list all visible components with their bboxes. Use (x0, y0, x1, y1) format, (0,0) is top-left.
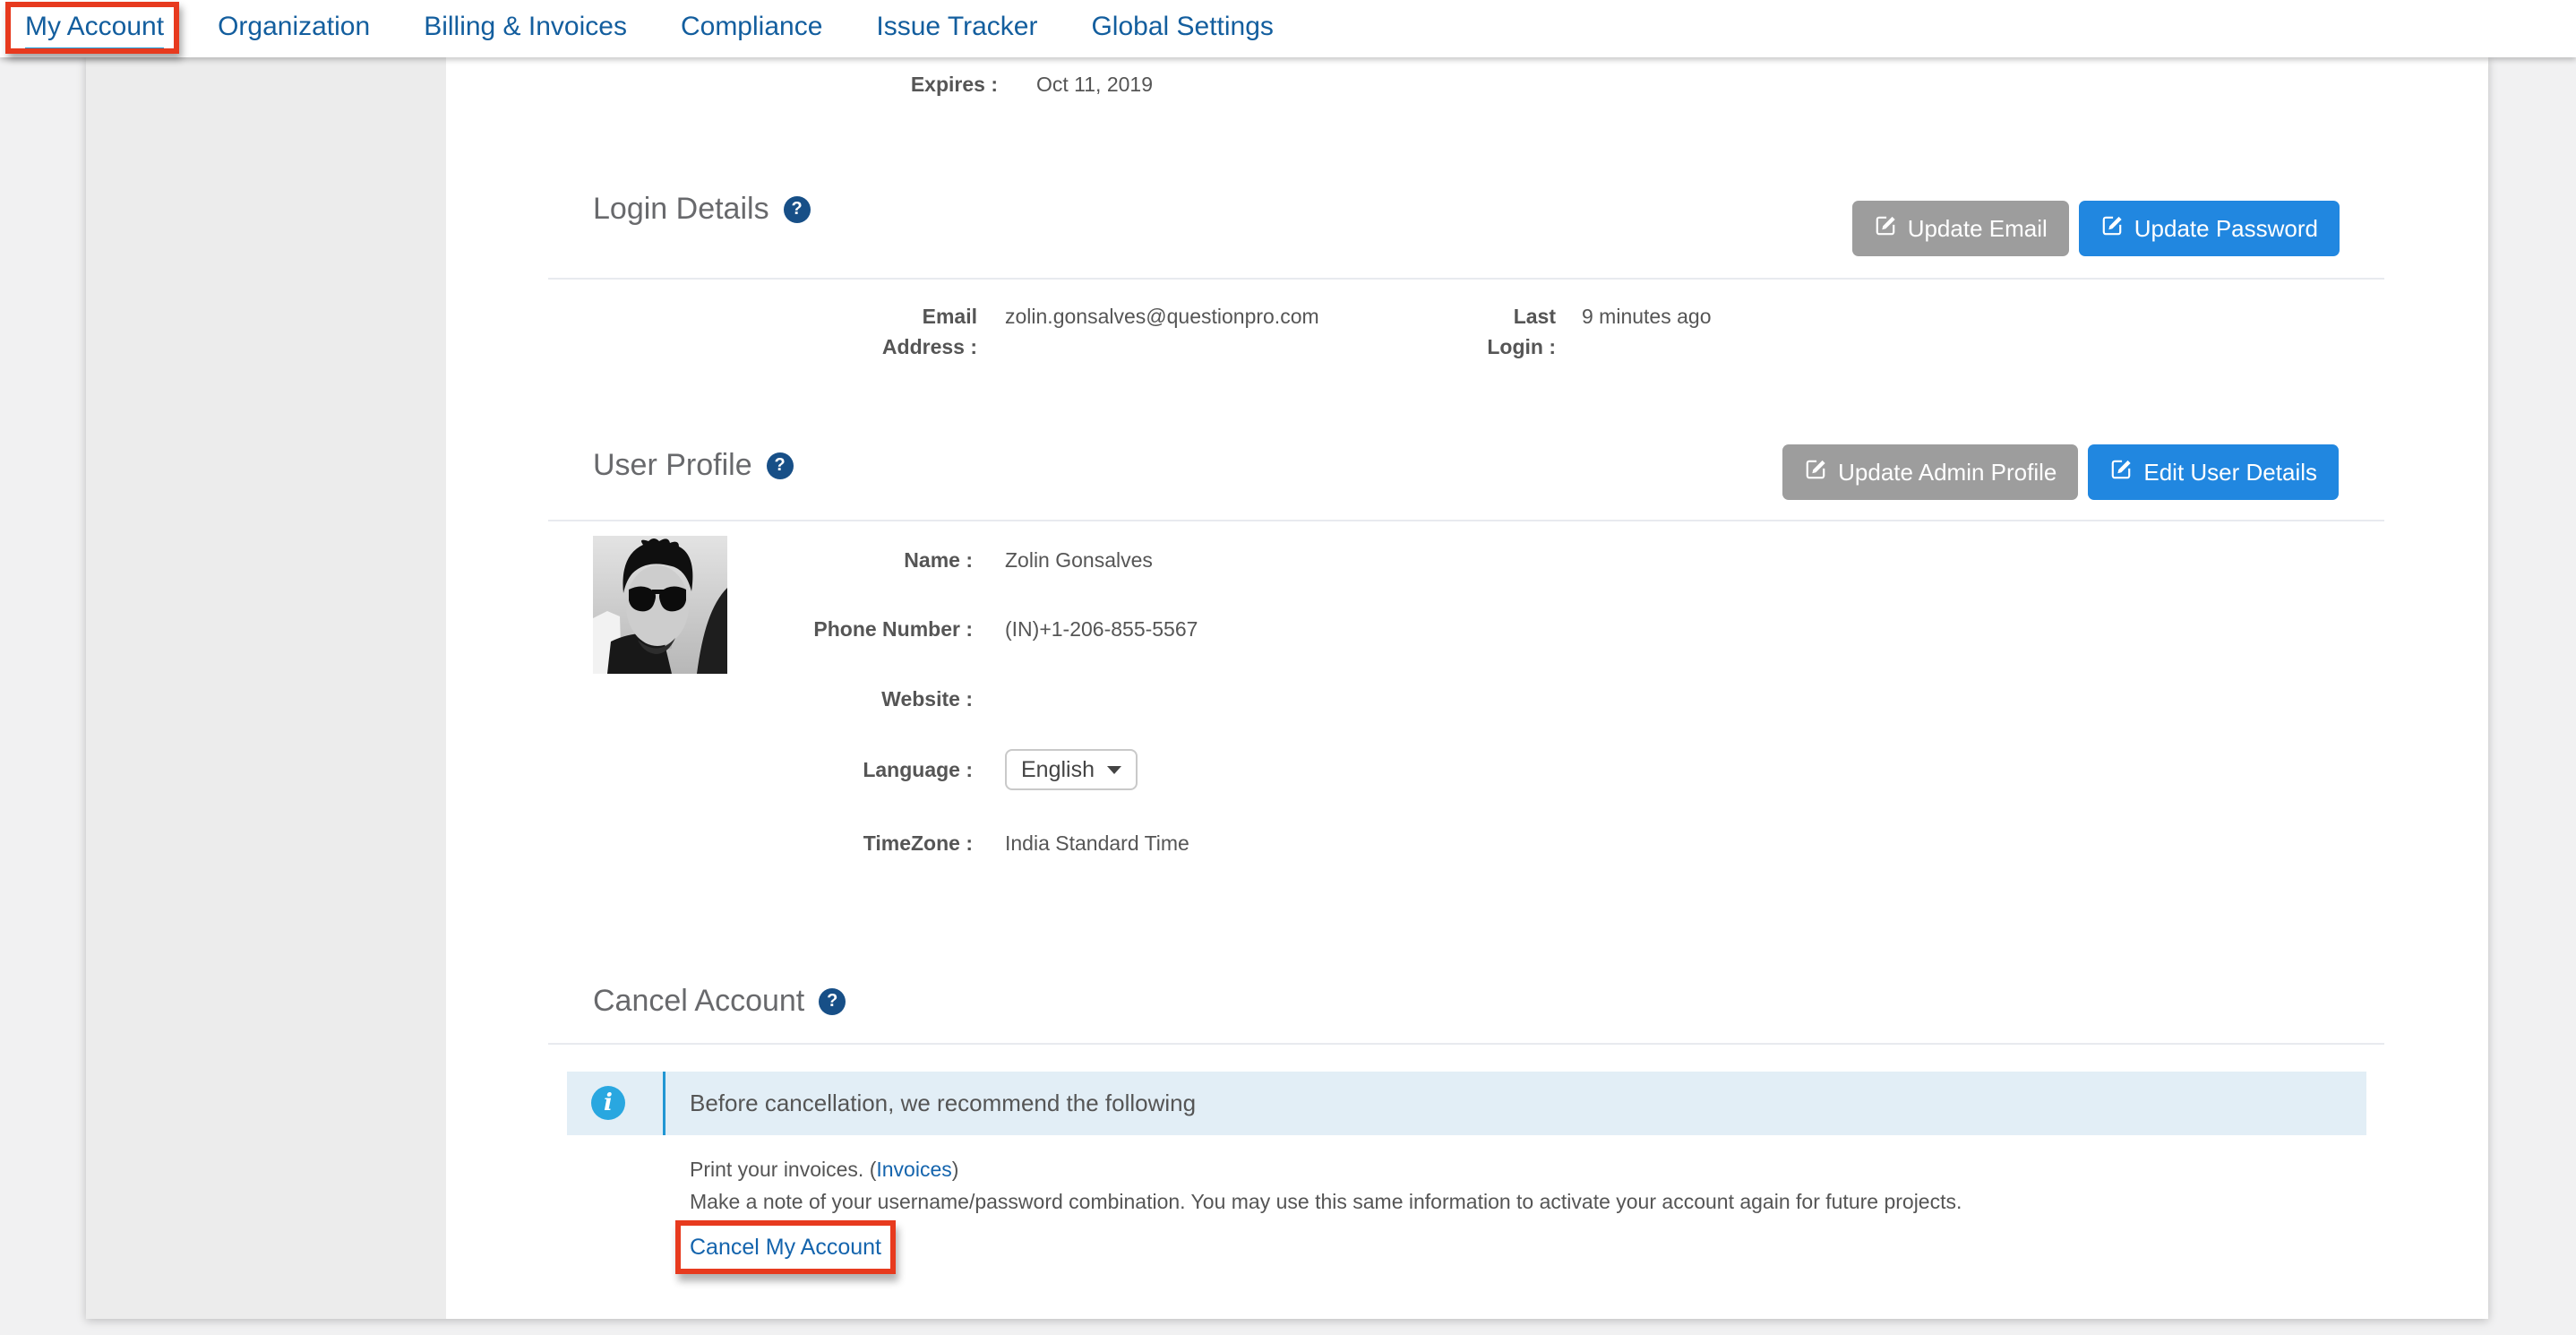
print-invoices-line: Print your invoices. (Invoices) (690, 1158, 958, 1182)
last-login-value: 9 minutes ago (1582, 301, 1711, 362)
language-dropdown[interactable]: English (1005, 749, 1138, 790)
tab-billing-invoices[interactable]: Billing & Invoices (424, 12, 627, 47)
name-value: Zolin Gonsalves (1005, 548, 1153, 573)
tab-organization[interactable]: Organization (218, 12, 370, 47)
help-icon[interactable]: ? (784, 196, 811, 223)
cancel-info-banner: i Before cancellation, we recommend the … (567, 1072, 2366, 1135)
language-label: Language : (446, 758, 973, 782)
phone-row: Phone Number : (IN)+1-206-855-5567 (446, 617, 1198, 642)
phone-label: Phone Number : (446, 617, 973, 642)
edit-icon (1874, 214, 1897, 244)
email-address-value: zolin.gonsalves@questionpro.com (1005, 301, 1435, 362)
login-details-title: Login Details (593, 192, 769, 227)
website-label: Website : (446, 687, 973, 711)
email-address-label: Email Address : (446, 301, 977, 362)
edit-user-details-button[interactable]: Edit User Details (2088, 444, 2339, 500)
help-icon[interactable]: ? (819, 988, 846, 1015)
cancel-account-heading: Cancel Account ? (593, 984, 846, 1019)
tab-my-account[interactable]: My Account (25, 12, 164, 52)
cancel-account-title: Cancel Account (593, 984, 804, 1019)
edit-icon (2109, 458, 2133, 487)
update-password-button[interactable]: Update Password (2079, 201, 2340, 256)
chevron-down-icon (1107, 766, 1121, 774)
invoices-link[interactable]: Invoices (876, 1158, 951, 1181)
update-email-button[interactable]: Update Email (1852, 201, 2069, 256)
tab-issue-tracker[interactable]: Issue Tracker (876, 12, 1037, 47)
info-icon: i (591, 1086, 625, 1120)
expires-label: Expires : (446, 70, 998, 99)
edit-icon (2100, 214, 2124, 244)
timezone-value: India Standard Time (1005, 831, 1189, 856)
last-login-label: Last Login : (1435, 301, 1556, 362)
section-divider (548, 520, 2384, 521)
annotation-box-cancel-my-account: Cancel My Account (675, 1220, 896, 1274)
settings-content: Expires : Oct 11, 2019 Login Details ? U… (446, 57, 2488, 1319)
login-details-heading: Login Details ? (593, 192, 811, 227)
update-admin-profile-button[interactable]: Update Admin Profile (1782, 444, 2078, 500)
section-divider (548, 278, 2384, 280)
settings-card: Expires : Oct 11, 2019 Login Details ? U… (86, 57, 2488, 1319)
language-row: Language : English (446, 749, 1138, 790)
timezone-label: TimeZone : (446, 831, 973, 856)
login-details-fields: Email Address : zolin.gonsalves@question… (446, 301, 1711, 362)
user-profile-title: User Profile (593, 448, 752, 483)
info-banner-divider (663, 1072, 665, 1135)
expires-value: Oct 11, 2019 (1036, 70, 1153, 99)
language-selected-value: English (1021, 757, 1095, 783)
top-nav: My Account Organization Billing & Invoic… (0, 0, 2576, 57)
name-row: Name : Zolin Gonsalves (446, 548, 1153, 573)
tab-compliance[interactable]: Compliance (681, 12, 822, 47)
edit-icon (1804, 458, 1827, 487)
timezone-row: TimeZone : India Standard Time (446, 831, 1189, 856)
section-divider (548, 1043, 2384, 1045)
phone-value: (IN)+1-206-855-5567 (1005, 617, 1198, 642)
user-profile-heading: User Profile ? (593, 448, 794, 483)
license-expires-row: Expires : Oct 11, 2019 (446, 70, 1153, 99)
cancel-my-account-link[interactable]: Cancel My Account (690, 1235, 881, 1261)
settings-sidebar (86, 57, 446, 1319)
tab-global-settings[interactable]: Global Settings (1091, 12, 1273, 47)
name-label: Name : (446, 548, 973, 573)
help-icon[interactable]: ? (767, 452, 794, 479)
info-banner-title: Before cancellation, we recommend the fo… (690, 1090, 1196, 1117)
website-row: Website : (446, 687, 1005, 711)
username-password-note: Make a note of your username/password co… (690, 1190, 1962, 1214)
